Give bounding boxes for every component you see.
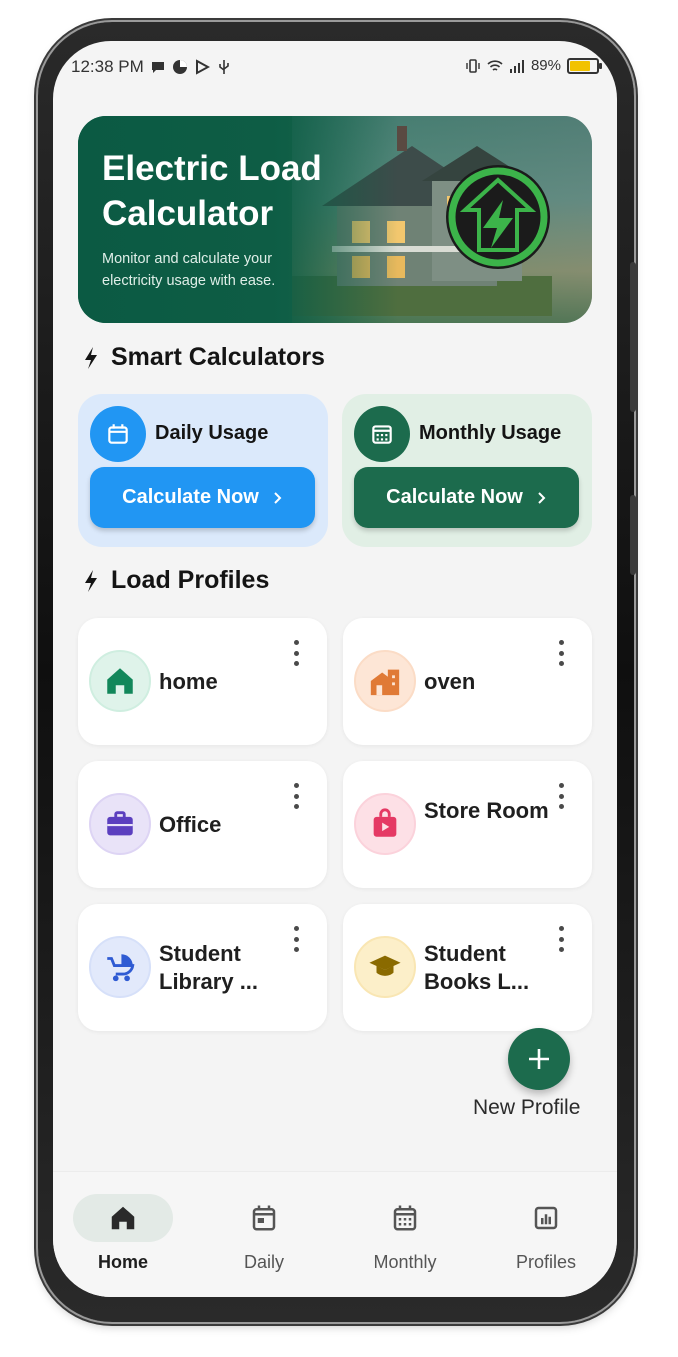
load-profiles-heading: Load Profiles <box>83 566 269 595</box>
nav-label-monthly: Monthly <box>373 1252 437 1272</box>
bolt-icon <box>85 569 97 592</box>
profile-card-office[interactable]: Office <box>78 761 327 888</box>
battery-icon <box>567 57 602 74</box>
new-profile-button[interactable] <box>508 1028 570 1090</box>
bolt-icon <box>85 346 97 369</box>
monthly-usage-card: Monthly Usage Calculate Now <box>342 394 592 547</box>
side-button-power <box>630 262 636 412</box>
signal-icon <box>509 59 524 73</box>
lightning-logo-icon <box>446 165 550 269</box>
profile-card-home[interactable]: home <box>78 618 327 745</box>
profile-name: Student Books L... <box>424 941 530 994</box>
hero-subtitle: Monitor and calculate your electricity u… <box>102 251 276 289</box>
nav-daily[interactable]: Daily <box>209 1194 319 1273</box>
monthly-calculate-button[interactable]: Calculate Now <box>354 467 579 528</box>
chevron-right-icon <box>538 491 546 504</box>
nav-profiles[interactable]: Profiles <box>491 1194 601 1273</box>
monthly-usage-title: Monthly Usage <box>419 422 562 444</box>
nav-home[interactable]: Home <box>68 1194 178 1273</box>
usb-icon <box>218 60 229 74</box>
profile-card-student-library[interactable]: Student Library ... <box>78 904 327 1031</box>
stroller-icon <box>89 936 151 998</box>
profile-name: oven <box>424 669 476 694</box>
profile-name: Office <box>159 812 222 837</box>
briefcase-icon <box>89 793 151 855</box>
profile-card-oven[interactable]: oven <box>343 618 592 745</box>
hero-title: Electric Load Calculator <box>102 149 322 233</box>
nav-label-daily: Daily <box>243 1252 284 1272</box>
more-options-icon[interactable] <box>556 926 566 952</box>
vibrate-icon <box>466 58 480 73</box>
plus-icon <box>529 1049 549 1069</box>
profile-card-store-room[interactable]: Store Room <box>343 761 592 888</box>
chevron-right-icon <box>274 491 282 504</box>
profile-name: Student Library ... <box>159 941 259 994</box>
battery-percent: 89% <box>530 57 561 74</box>
calendar-icon <box>214 1194 314 1242</box>
side-button-volume <box>630 495 636 575</box>
shopping-bag-icon <box>354 793 416 855</box>
app-screen: 12:38 PM 89% Electric Load Calculator Mo… <box>53 41 617 1297</box>
calendar-icon <box>90 406 146 462</box>
bottom-navigation: Home Daily Monthly Profiles <box>53 1171 617 1297</box>
bar-chart-icon <box>496 1194 596 1242</box>
calendar-month-icon <box>355 1194 455 1242</box>
daily-calculate-button[interactable]: Calculate Now <box>90 467 315 528</box>
building-icon <box>354 650 416 712</box>
nav-monthly[interactable]: Monthly <box>350 1194 460 1273</box>
more-options-icon[interactable] <box>556 640 566 666</box>
daily-usage-title: Daily Usage <box>155 422 269 444</box>
new-profile-label: New Profile <box>473 1096 581 1119</box>
more-options-icon[interactable] <box>291 783 301 809</box>
more-options-icon[interactable] <box>291 926 301 952</box>
more-options-icon[interactable] <box>556 783 566 809</box>
calendar-month-icon <box>354 406 410 462</box>
chat-icon <box>151 62 164 73</box>
house-icon <box>89 650 151 712</box>
graduation-cap-icon <box>354 936 416 998</box>
pie-icon <box>172 60 187 74</box>
status-time: 12:38 PM <box>71 57 144 76</box>
more-options-icon[interactable] <box>291 640 301 666</box>
profile-name: home <box>159 669 218 694</box>
play-store-icon <box>195 59 210 75</box>
smart-calculators-heading: Smart Calculators <box>83 343 325 372</box>
hero-banner: Electric Load Calculator Monitor and cal… <box>78 116 592 323</box>
nav-label-profiles: Profiles <box>515 1252 577 1272</box>
profile-name: Store Room <box>424 798 549 823</box>
daily-usage-card: Daily Usage Calculate Now <box>78 394 328 547</box>
wifi-icon <box>487 59 503 71</box>
profile-card-student-books[interactable]: Student Books L... <box>343 904 592 1031</box>
nav-label-home: Home <box>97 1252 148 1272</box>
home-icon <box>73 1194 173 1242</box>
status-bar: 12:38 PM 89% <box>53 41 617 93</box>
